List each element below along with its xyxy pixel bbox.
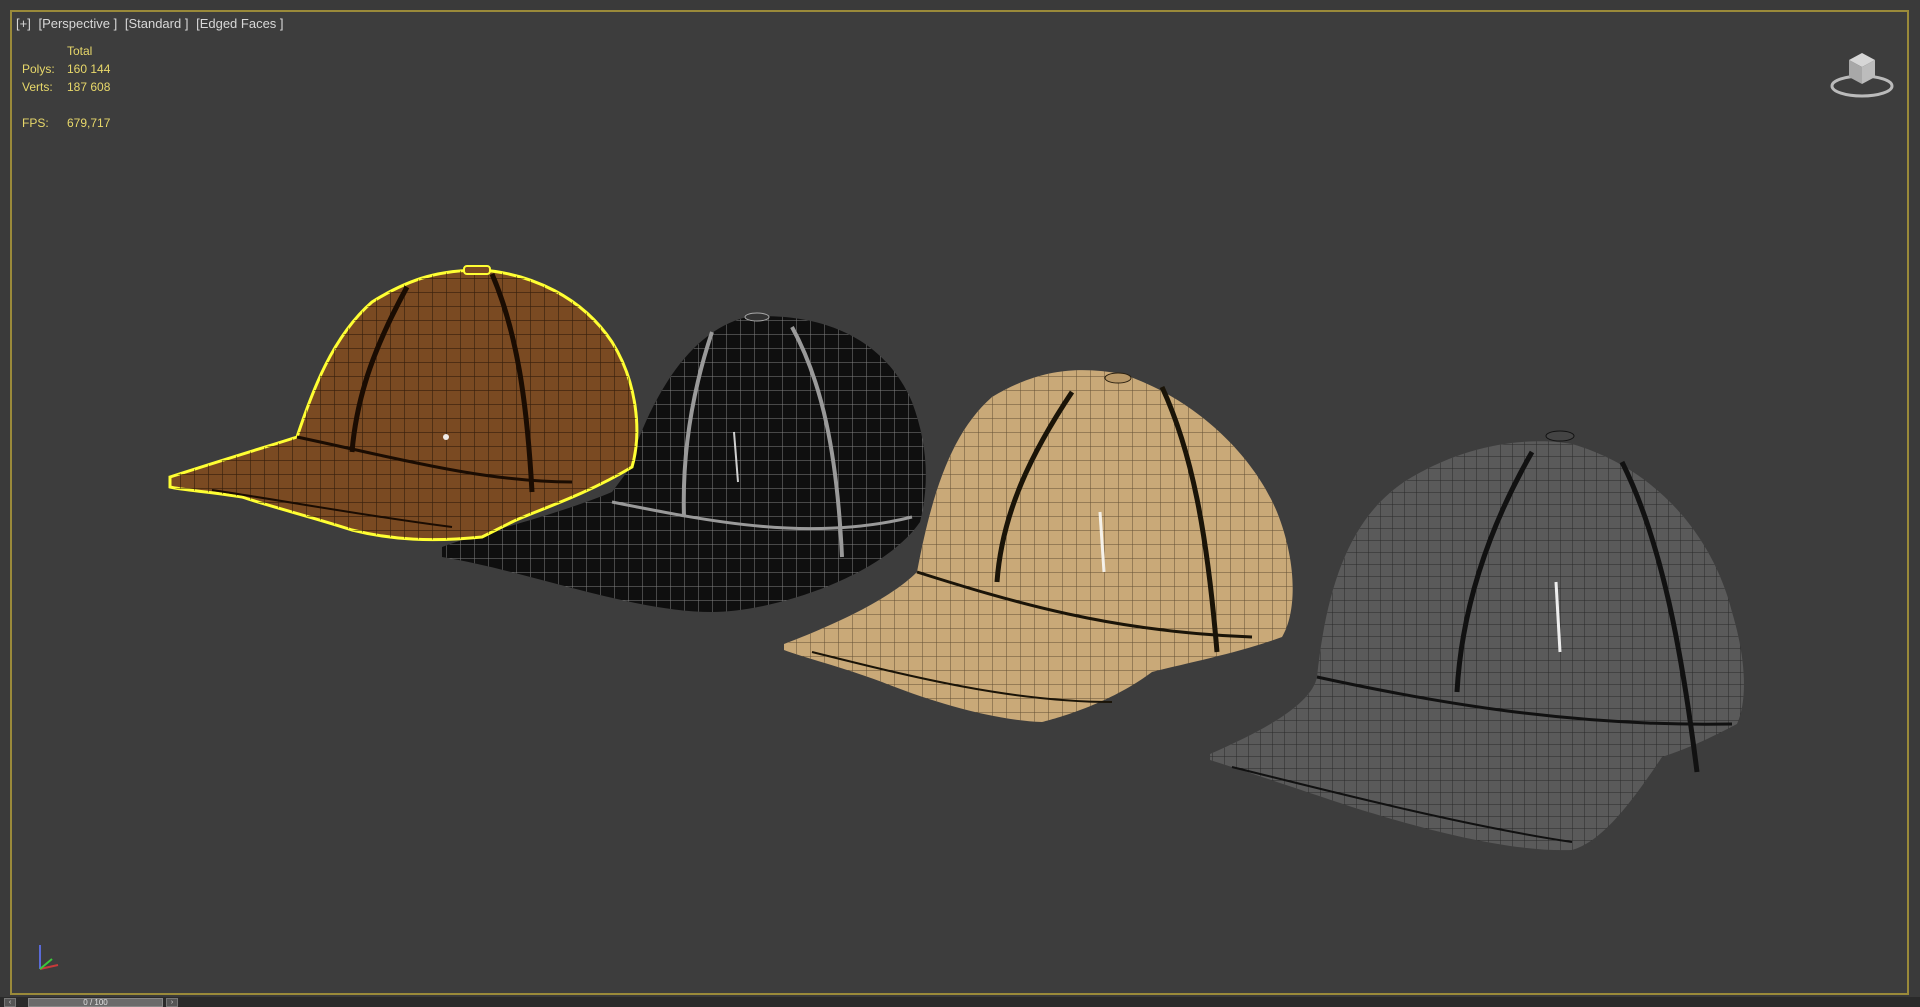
chevron-right-icon[interactable]: › [166, 998, 178, 1007]
brown-cap[interactable] [168, 265, 639, 542]
time-slider[interactable]: 0 / 100 [28, 998, 163, 1007]
viewport-statistics: Total Polys: 160 144 Verts: 187 608 FPS: 67… [22, 42, 110, 132]
grey-cap[interactable] [1210, 430, 1744, 851]
verts-label: Verts: [22, 80, 53, 94]
polys-label: Polys: [22, 62, 55, 76]
scene-canvas[interactable] [12, 12, 1909, 995]
stats-header: Total [67, 44, 93, 58]
viewport-label-menu[interactable]: [+] [Perspective ] [Standard ] [Edged Fa… [16, 16, 288, 31]
polys-value: 160 144 [67, 62, 111, 76]
fps-label: FPS: [22, 116, 49, 130]
viewport-shading-menu[interactable]: [Standard ] [125, 16, 189, 31]
fps-value: 679,717 [67, 116, 111, 130]
perspective-viewport[interactable]: [+] [Perspective ] [Standard ] [Edged Fa… [10, 10, 1909, 995]
chevron-left-icon[interactable]: ‹ [4, 998, 16, 1007]
viewcube-icon[interactable] [1827, 40, 1897, 100]
verts-value: 187 608 [67, 80, 111, 94]
viewport-plus-menu[interactable]: [+] [16, 16, 31, 31]
axis-tripod-icon [39, 945, 59, 970]
viewport-display-mode-menu[interactable]: [Edged Faces ] [196, 16, 283, 31]
timeline-bar: ‹ 0 / 100 › [0, 997, 1920, 1007]
viewport-point-of-view-menu[interactable]: [Perspective ] [38, 16, 117, 31]
